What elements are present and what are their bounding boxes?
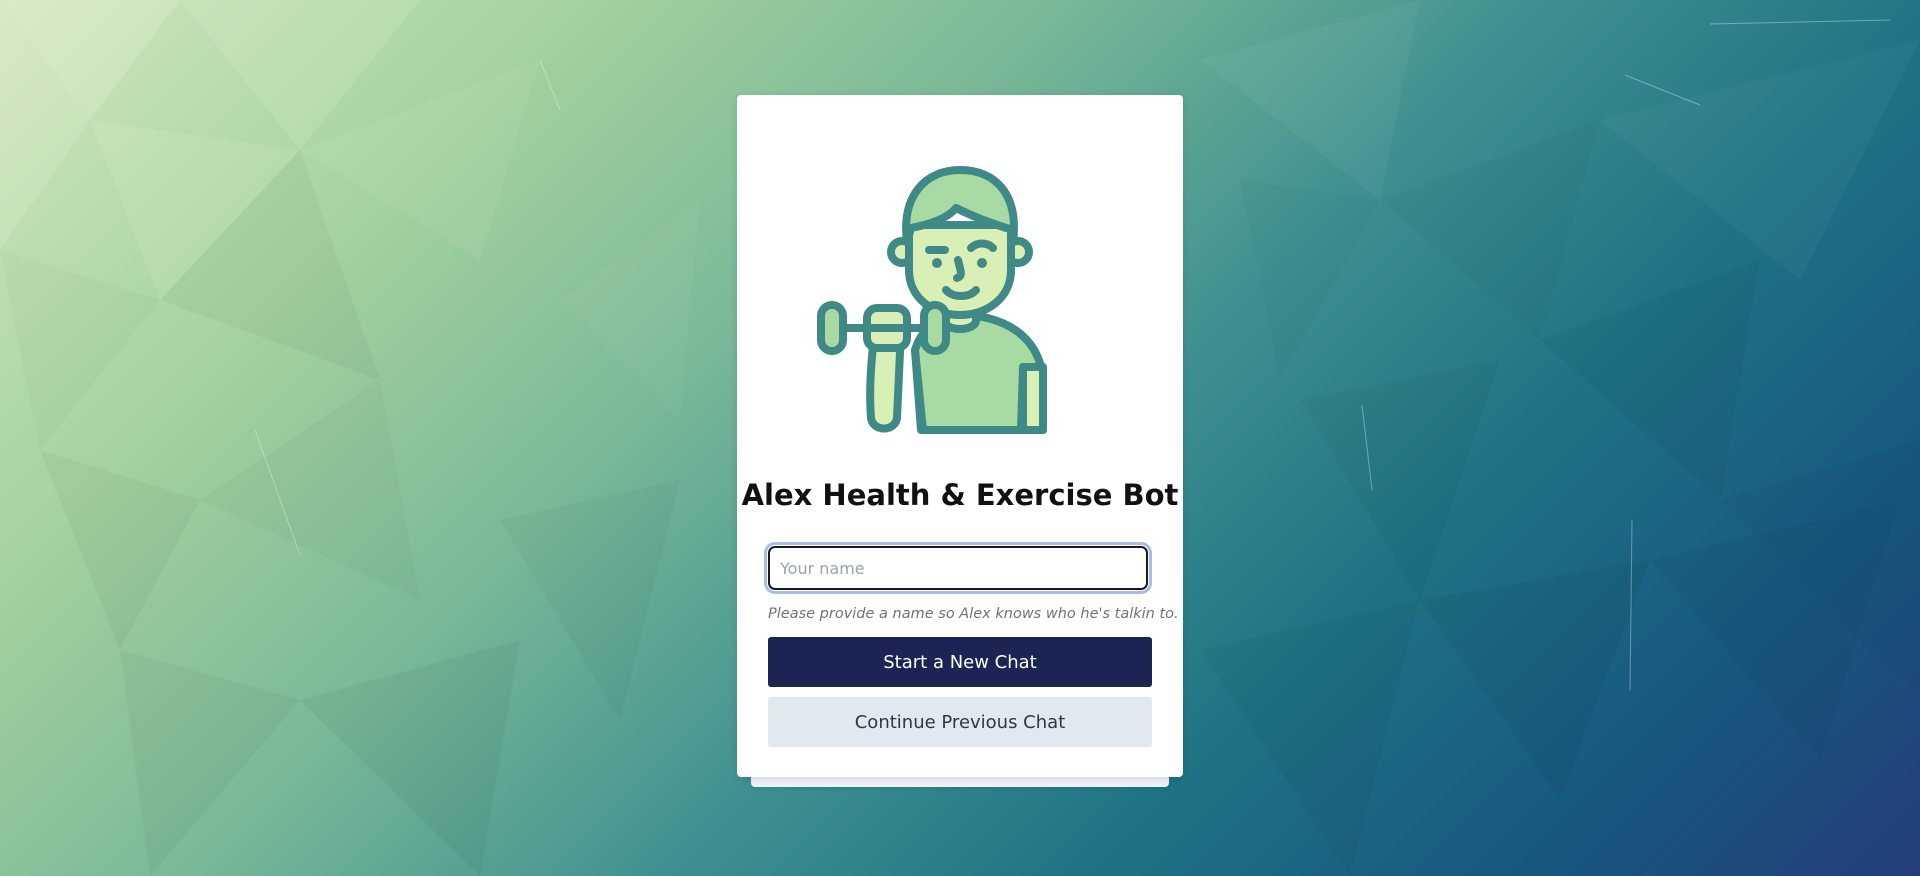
continue-previous-chat-button[interactable]: Continue Previous Chat <box>768 697 1152 747</box>
start-new-chat-button[interactable]: Start a New Chat <box>768 637 1152 687</box>
name-input[interactable] <box>764 542 1152 594</box>
welcome-card: Alex Health & Exercise Bot Please provid… <box>737 95 1183 777</box>
page-title: Alex Health & Exercise Bot <box>741 478 1179 512</box>
name-hint: Please provide a name so Alex knows who … <box>768 606 1179 622</box>
man-lifting-dumbbell-icon <box>811 130 1111 440</box>
